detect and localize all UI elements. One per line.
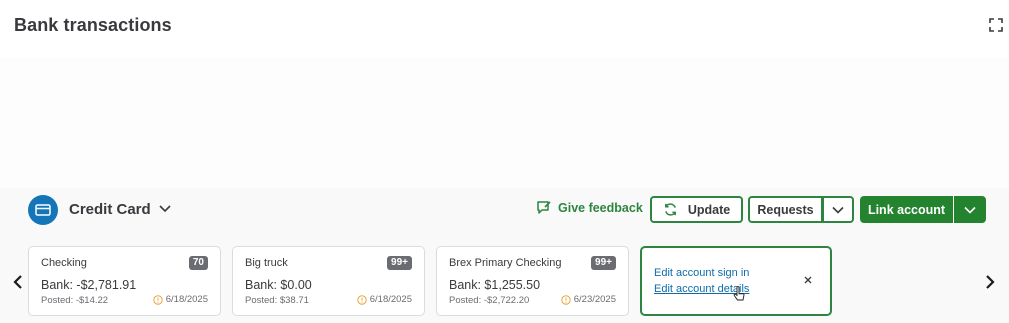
card-updated-date: 6/18/2025	[357, 294, 412, 305]
link-account-button[interactable]: Link account	[860, 196, 953, 223]
card-bank-balance: Bank: $0.00	[245, 278, 312, 292]
requests-button[interactable]: Requests	[748, 196, 823, 223]
credit-card-icon	[28, 195, 58, 225]
card-updated-date: 6/18/2025	[153, 294, 208, 305]
chevron-left-icon[interactable]	[12, 274, 24, 290]
card-bank-balance: Bank: -$2,781.91	[41, 278, 137, 292]
account-card-brex-primary-checking[interactable]: Brex Primary Checking 99+ Bank: $1,255.5…	[436, 246, 629, 316]
card-posted-balance: Posted: $38.71	[245, 295, 309, 306]
warning-icon	[357, 294, 367, 305]
card-account-name: Brex Primary Checking	[449, 257, 562, 269]
card-bank-balance: Bank: $1,255.50	[449, 278, 541, 292]
requests-label: Requests	[757, 202, 814, 217]
update-button[interactable]: Update	[650, 196, 743, 223]
refresh-icon	[664, 203, 676, 216]
link-account-dropdown-button[interactable]	[954, 196, 986, 223]
requests-dropdown-button[interactable]	[822, 196, 854, 223]
card-date-text: 6/18/2025	[165, 294, 208, 305]
warning-icon	[561, 294, 571, 305]
account-options-popover: Edit account sign in Edit account detail…	[640, 246, 832, 316]
card-posted-balance: Posted: -$2,722.20	[449, 295, 530, 306]
warning-icon	[153, 294, 163, 305]
card-pending-badge: 99+	[591, 256, 616, 270]
card-account-name: Checking	[41, 257, 87, 269]
feedback-icon	[537, 201, 551, 214]
account-selector-label[interactable]: Credit Card	[69, 201, 151, 218]
account-card-big-truck[interactable]: Big truck 99+ Bank: $0.00 Posted: $38.71…	[232, 246, 425, 316]
chevron-down-icon[interactable]	[157, 202, 173, 216]
card-account-name: Big truck	[245, 257, 288, 269]
edit-account-sign-in-link[interactable]: Edit account sign in	[654, 267, 749, 279]
pointer-cursor-icon	[733, 286, 745, 301]
chevron-down-icon	[964, 206, 976, 214]
give-feedback-link[interactable]: Give feedback	[536, 200, 643, 215]
card-posted-balance: Posted: -$14.22	[41, 295, 109, 306]
card-pending-badge: 99+	[387, 256, 412, 270]
update-label: Update	[687, 202, 731, 217]
card-date-text: 6/18/2025	[369, 294, 412, 305]
card-updated-date: 6/23/2025	[561, 294, 616, 305]
transactions-content-area	[0, 58, 1009, 188]
chevron-right-icon[interactable]	[984, 274, 996, 290]
card-date-text: 6/23/2025	[573, 294, 616, 305]
expand-icon[interactable]	[989, 18, 1003, 32]
account-card-checking[interactable]: Checking 70 Bank: -$2,781.91 Posted: -$1…	[28, 246, 221, 316]
give-feedback-label: Give feedback	[558, 200, 643, 215]
card-pending-badge: 70	[188, 256, 208, 270]
close-icon[interactable]	[803, 275, 813, 285]
chevron-down-icon	[832, 206, 844, 214]
page-title: Bank transactions	[14, 15, 172, 35]
